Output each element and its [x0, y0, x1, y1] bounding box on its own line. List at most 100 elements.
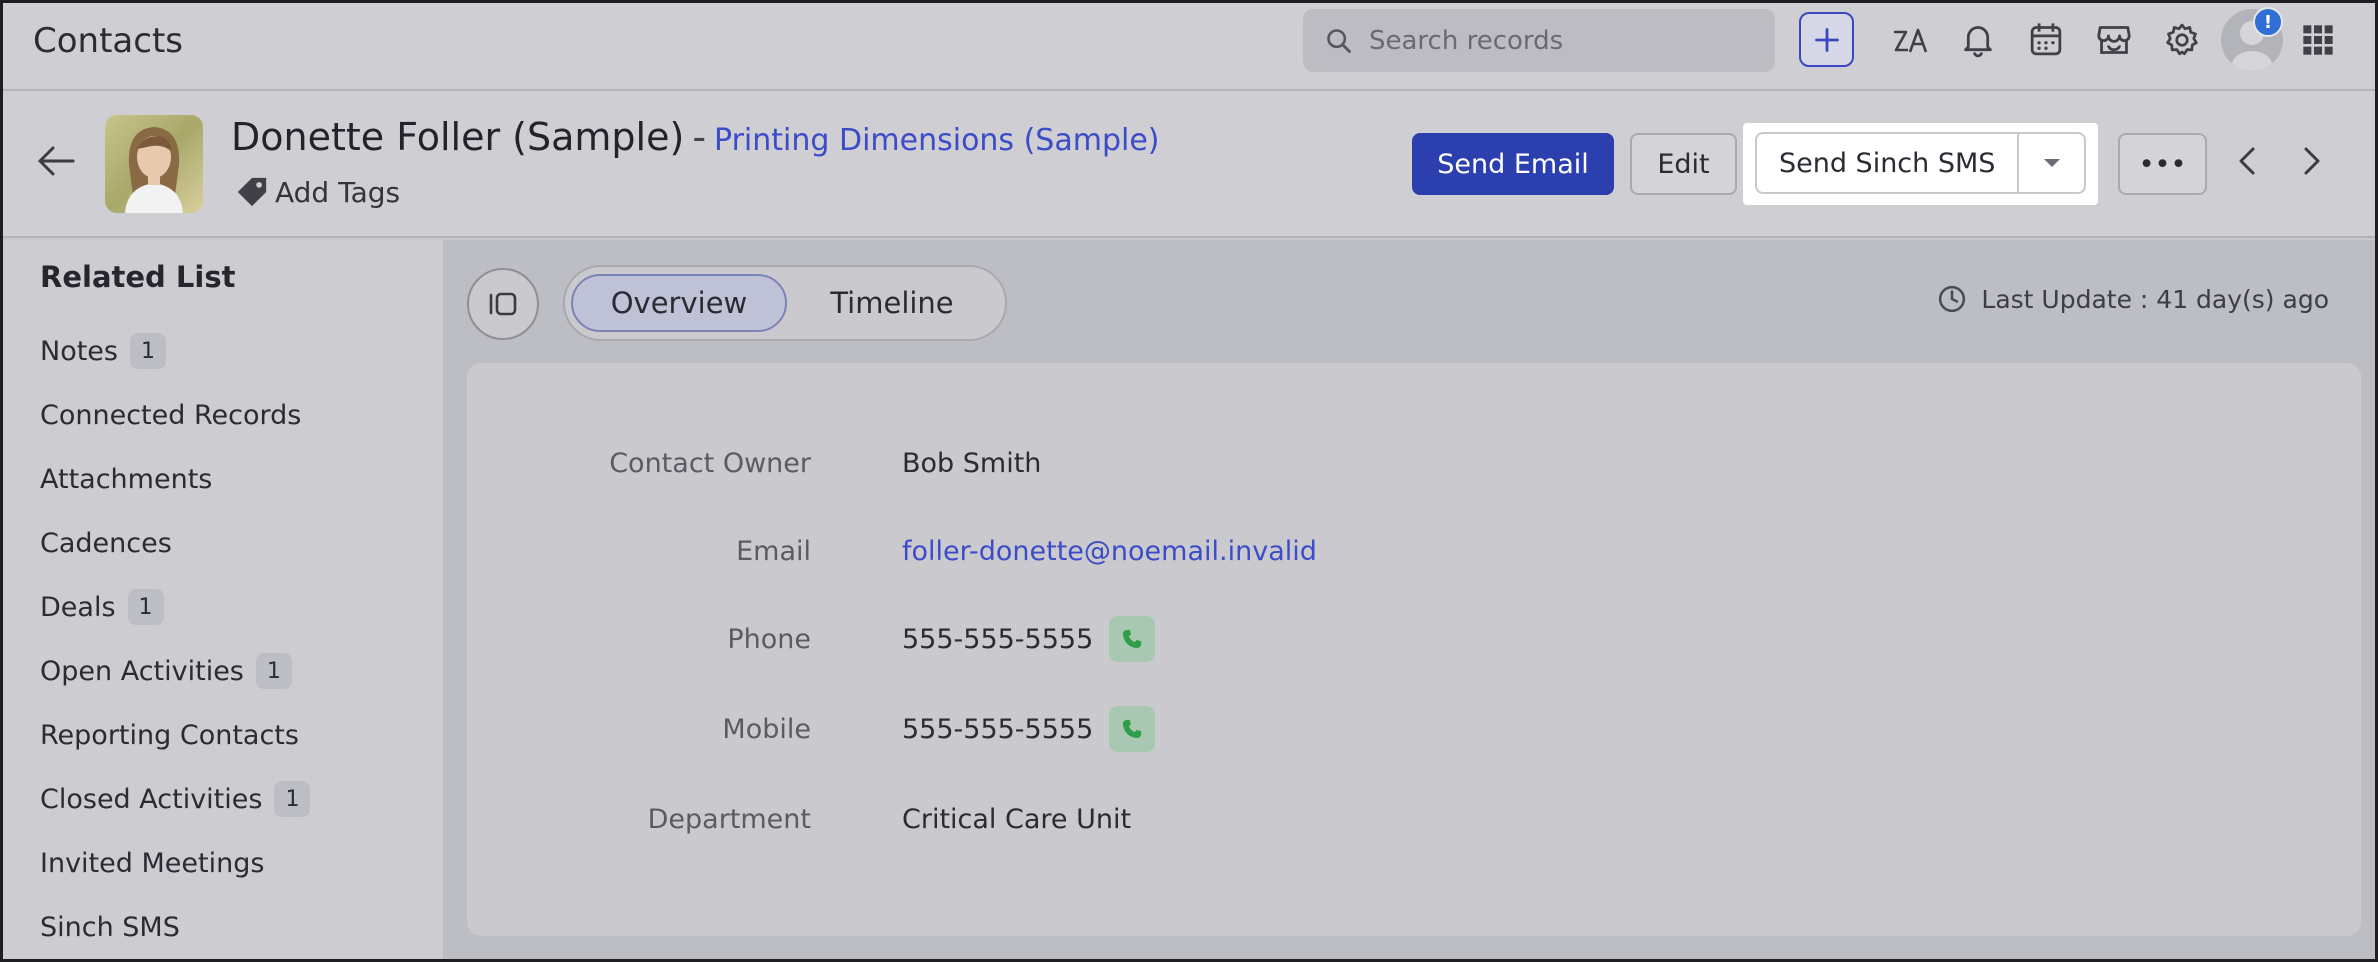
more-actions-button[interactable]: ••• [2118, 133, 2207, 195]
related-item-reporting-contacts[interactable]: Reporting Contacts [40, 703, 310, 767]
related-item-label: Closed Activities [40, 783, 263, 815]
related-item-connected-records[interactable]: Connected Records [40, 383, 310, 447]
field-value: 555-555-5555 [902, 616, 1156, 662]
related-item-open-activities[interactable]: Open Activities 1 [40, 639, 310, 703]
add-tags-button[interactable]: Add Tags [235, 175, 400, 209]
field-value: 555-555-5555 [902, 706, 1156, 752]
related-item-label: Notes [40, 335, 118, 367]
search-icon [1327, 28, 1351, 53]
related-item-label: Open Activities [40, 655, 244, 687]
related-item-label: Connected Records [40, 399, 302, 431]
contact-photo-image [105, 115, 203, 213]
last-update-text: Last Update : 41 day(s) ago [1981, 284, 2329, 314]
related-list: Notes 1 Connected Records Attachments Cad… [40, 319, 311, 959]
settings-button[interactable] [2159, 17, 2205, 63]
field-email: Email foller-donette@noemail.invalid [467, 521, 2361, 581]
search-box[interactable] [1303, 9, 1775, 72]
plus-icon [1814, 27, 1839, 52]
related-item-sinch-sms[interactable]: Sinch SMS [40, 895, 310, 959]
sidebar-toggle-icon [489, 292, 517, 316]
field-contact-owner: Contact Owner Bob Smith [467, 433, 2361, 493]
chevron-down-icon [2043, 159, 2060, 167]
search-input[interactable] [1369, 25, 1749, 56]
details-card: Contact Owner Bob Smith Email foller-don… [467, 363, 2361, 936]
view-tabs: Overview Timeline [563, 265, 1007, 341]
tab-timeline[interactable]: Timeline [787, 274, 997, 332]
calendar-icon [2030, 23, 2062, 56]
related-item-attachments[interactable]: Attachments [40, 447, 310, 511]
marketplace-button[interactable] [2091, 17, 2137, 63]
related-item-count: 1 [129, 333, 166, 369]
related-item-label: Cadences [40, 527, 172, 559]
field-label: Contact Owner [609, 447, 811, 479]
toggle-sidebar-button[interactable] [467, 268, 539, 340]
phone-value[interactable]: 555-555-5555 [902, 624, 1093, 655]
notification-badge: ! [2253, 7, 2283, 37]
apps-button[interactable] [2295, 17, 2341, 63]
mobile-value[interactable]: 555-555-5555 [902, 714, 1093, 745]
record-main: Overview Timeline Last Update : 41 day(s… [443, 240, 2375, 959]
field-department: Department Critical Care Unit [467, 789, 2361, 849]
send-sms-dropdown-button[interactable] [2017, 134, 2084, 192]
related-item-invited-meetings[interactable]: Invited Meetings [40, 831, 310, 895]
notifications-button[interactable] [1955, 17, 2001, 63]
field-label: Department [647, 803, 811, 835]
contact-photo[interactable] [105, 115, 203, 213]
field-value[interactable]: Critical Care Unit [902, 804, 1131, 835]
field-label: Phone [727, 623, 811, 655]
field-value[interactable]: Bob Smith [902, 448, 1041, 479]
field-mobile: Mobile 555-555-5555 [467, 699, 2361, 759]
field-label: Mobile [722, 713, 811, 745]
module-title: Contacts [33, 21, 183, 61]
gear-icon [2166, 23, 2198, 56]
last-update: Last Update : 41 day(s) ago [1937, 284, 2329, 314]
related-item-notes[interactable]: Notes 1 [40, 319, 310, 383]
back-arrow-icon [38, 146, 75, 176]
translate-icon [1894, 28, 1928, 53]
chevron-right-icon [2304, 147, 2320, 175]
title-separator: - [692, 115, 707, 159]
related-item-count: 1 [127, 589, 164, 625]
send-sms-split-button: Send Sinch SMS [1755, 132, 2086, 194]
app-window: Contacts Search records ! Donette Foller… [0, 0, 2378, 962]
add-tags-label: Add Tags [275, 175, 401, 209]
clock-icon [1939, 285, 1966, 313]
related-list-title: Related List [40, 260, 236, 294]
previous-record-button[interactable] [2235, 145, 2259, 181]
related-item-label: Invited Meetings [40, 847, 265, 879]
send-sms-highlight: Send Sinch SMS [1743, 123, 2098, 205]
phone-icon [1123, 629, 1142, 649]
field-phone: Phone 555-555-5555 [467, 609, 2361, 669]
phone-icon [1123, 719, 1142, 739]
call-phone-button[interactable] [1109, 616, 1156, 662]
send-sms-button[interactable]: Send Sinch SMS [1757, 148, 2017, 179]
record-title: Donette Foller (Sample) - Printing Dimensi… [231, 115, 1160, 159]
back-button[interactable] [37, 145, 75, 181]
edit-button[interactable]: Edit [1630, 133, 1737, 195]
email-link[interactable]: foller-donette@noemail.invalid [902, 536, 1317, 567]
store-icon [2097, 26, 2131, 54]
field-label: Email [736, 535, 811, 567]
related-item-label: Deals [40, 591, 116, 623]
related-item-label: Attachments [40, 463, 213, 495]
apps-grid-icon [2303, 25, 2333, 55]
tag-icon [237, 177, 267, 207]
translate-button[interactable] [1887, 17, 1933, 63]
bell-icon [1964, 26, 1992, 58]
create-new-button[interactable] [1799, 12, 1854, 67]
send-email-button[interactable]: Send Email [1412, 133, 1614, 195]
related-item-label: Sinch SMS [40, 911, 180, 943]
call-mobile-button[interactable] [1109, 706, 1156, 752]
record-header: Donette Foller (Sample) - Printing Dimensi… [3, 91, 2375, 238]
tab-overview[interactable]: Overview [571, 274, 787, 332]
chevron-left-icon [2239, 147, 2255, 175]
contact-name: Donette Foller (Sample) [231, 115, 685, 159]
related-item-deals[interactable]: Deals 1 [40, 575, 310, 639]
related-list-panel: Related List Notes 1 Connected Records At… [3, 240, 443, 959]
next-record-button[interactable] [2300, 145, 2324, 181]
top-bar: Contacts Search records ! [3, 3, 2375, 91]
related-item-closed-activities[interactable]: Closed Activities 1 [40, 767, 311, 831]
calendar-button[interactable] [2023, 17, 2069, 63]
related-item-cadences[interactable]: Cadences [40, 511, 310, 575]
account-link[interactable]: Printing Dimensions (Sample) [714, 123, 1159, 158]
